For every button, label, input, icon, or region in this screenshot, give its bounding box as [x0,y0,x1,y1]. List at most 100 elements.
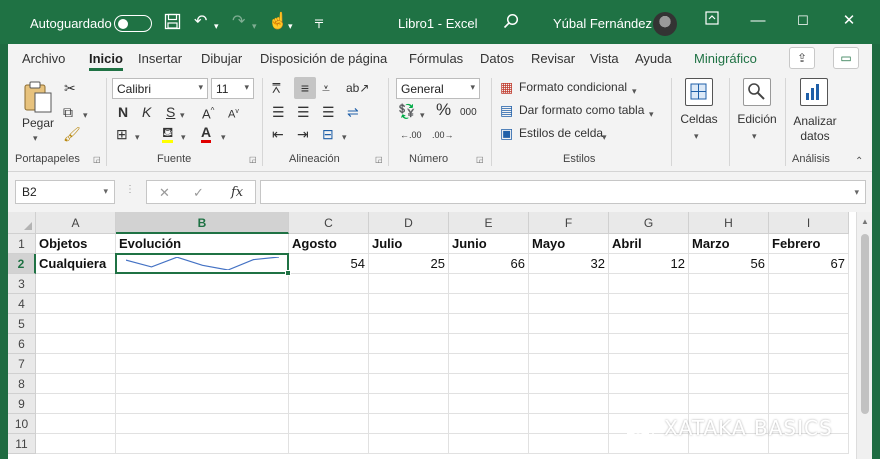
bold-button[interactable]: N [118,104,128,120]
align-right-icon[interactable]: ☰ [322,104,335,120]
fill-dropdown-icon[interactable]: ▾ [181,129,186,145]
format-painter-icon[interactable]: 🖌 [63,126,81,142]
cell-h5[interactable] [689,314,769,334]
align-center-icon[interactable]: ☰ [297,104,310,120]
row-header-4[interactable]: 4 [8,294,36,314]
insert-function-button[interactable]: fx [231,185,243,200]
wrap-text-icon[interactable]: ⇌ [347,104,359,120]
increase-decimal-icon[interactable]: ←.00 [400,127,422,143]
paste-button[interactable]: Pegar ▾ [18,78,58,144]
row-header-3[interactable]: 3 [8,274,36,294]
decrease-decimal-icon[interactable]: .00→ [432,127,454,143]
undo-icon[interactable]: ↶ [194,13,207,31]
cell-i6[interactable] [769,334,849,354]
cell-f2[interactable]: 32 [529,254,609,274]
cell-e9[interactable] [449,394,529,414]
cell-b5[interactable] [116,314,289,334]
cell-a7[interactable] [36,354,116,374]
italic-button[interactable]: K [142,104,151,120]
cell-f3[interactable] [529,274,609,294]
column-header-c[interactable]: C [289,212,369,234]
select-all-button[interactable] [8,212,36,234]
chevron-down-icon[interactable]: ▾ [649,106,654,122]
cell-c7[interactable] [289,354,369,374]
tab-minigrafico[interactable]: Minigráfico [694,51,757,66]
cell-c1[interactable]: Agosto [289,234,369,254]
cell-b6[interactable] [116,334,289,354]
cell-b1[interactable]: Evolución [116,234,289,254]
cell-c6[interactable] [289,334,369,354]
column-header-e[interactable]: E [449,212,529,234]
redo-icon[interactable]: ↷ [232,13,245,31]
cell-a6[interactable] [36,334,116,354]
cell-c5[interactable] [289,314,369,334]
cell-c3[interactable] [289,274,369,294]
underline-button[interactable]: S [166,104,175,120]
comma-style-icon[interactable]: 000 [460,105,477,121]
cell-d3[interactable] [369,274,449,294]
cell-a2[interactable]: Cualquiera [36,254,116,274]
cell-c2[interactable]: 54 [289,254,369,274]
fill-color-icon[interactable]: ⛾ [162,124,174,143]
cell-c8[interactable] [289,374,369,394]
cell-i4[interactable] [769,294,849,314]
cell-e2[interactable]: 66 [449,254,529,274]
cell-b9[interactable] [116,394,289,414]
cell-f10[interactable] [529,414,609,434]
collapse-ribbon-icon[interactable]: ⌃ [855,154,863,170]
cell-e11[interactable] [449,434,529,454]
cell-b11[interactable] [116,434,289,454]
cell-a3[interactable] [36,274,116,294]
percent-button[interactable]: % [436,101,451,118]
underline-dropdown-icon[interactable]: ▾ [180,107,185,123]
comments-icon[interactable]: ▭ [833,47,859,69]
touch-mode-icon[interactable]: ☝ [268,13,288,31]
cell-f4[interactable] [529,294,609,314]
conditional-format-button[interactable]: Formato condicional [519,80,627,94]
cell-f11[interactable] [529,434,609,454]
cell-e7[interactable] [449,354,529,374]
cell-a1[interactable]: Objetos [36,234,116,254]
row-header-8[interactable]: 8 [8,374,36,394]
cell-g6[interactable] [609,334,689,354]
cell-b3[interactable] [116,274,289,294]
font-color-icon[interactable]: A [201,124,212,143]
cell-i5[interactable] [769,314,849,334]
cell-f7[interactable] [529,354,609,374]
currency-icon[interactable]: 💱 [398,103,415,119]
cancel-icon[interactable]: ✕ [159,185,170,201]
cell-c9[interactable] [289,394,369,414]
copy-dropdown-icon[interactable]: ▾ [83,107,88,123]
cell-i9[interactable] [769,394,849,414]
orientation-icon[interactable]: ab↗ [346,80,369,96]
merge-center-icon[interactable]: ⊟ [322,126,334,142]
row-header-10[interactable]: 10 [8,414,36,434]
shrink-font-icon[interactable]: Av [228,104,239,123]
cell-h4[interactable] [689,294,769,314]
cell-h3[interactable] [689,274,769,294]
cell-a9[interactable] [36,394,116,414]
cell-g7[interactable] [609,354,689,374]
touch-dropdown-icon[interactable]: ▾ [288,17,293,35]
alignment-launcher-icon[interactable]: ◲ [375,155,383,164]
cell-g5[interactable] [609,314,689,334]
column-header-d[interactable]: D [369,212,449,234]
cell-d5[interactable] [369,314,449,334]
cell-b7[interactable] [116,354,289,374]
cell-g3[interactable] [609,274,689,294]
cell-h2[interactable]: 56 [689,254,769,274]
borders-icon[interactable]: ⊞ [116,126,128,142]
cell-d11[interactable] [369,434,449,454]
cell-g9[interactable] [609,394,689,414]
font-color-dropdown-icon[interactable]: ▾ [221,129,226,145]
font-launcher-icon[interactable]: ◲ [249,155,257,164]
cut-icon[interactable]: ✂ [64,80,76,96]
cell-e5[interactable] [449,314,529,334]
scroll-thumb[interactable] [861,234,869,414]
number-format-select[interactable]: General ▾ [396,78,480,99]
cell-i3[interactable] [769,274,849,294]
cell-d7[interactable] [369,354,449,374]
cell-a4[interactable] [36,294,116,314]
cell-f8[interactable] [529,374,609,394]
cell-g2[interactable]: 12 [609,254,689,274]
